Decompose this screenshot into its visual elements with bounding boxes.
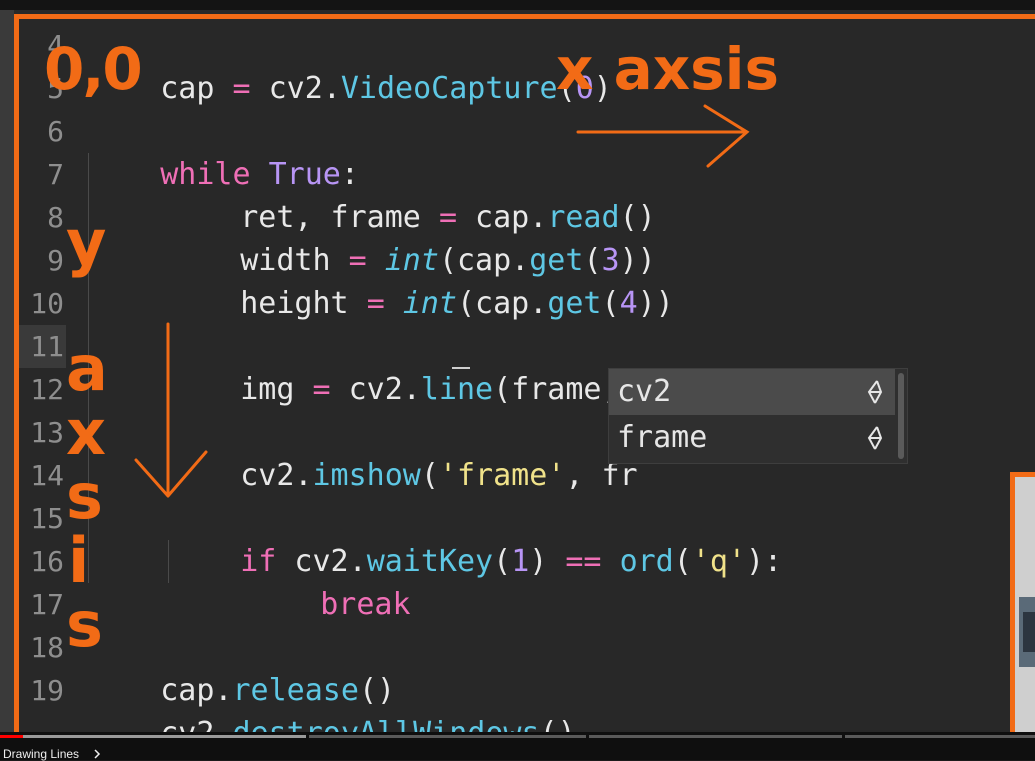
chapter-marker [586,734,589,739]
annotation-origin: 0,0 [44,35,143,103]
webcam-thumbnail [1010,472,1035,734]
annotation-y-axis-letter: s [66,460,103,533]
annotation-y-axis-letter: x [66,396,106,469]
chapter-title[interactable]: Drawing Lines [3,748,79,760]
annotation-y-axis-letter: a [66,332,108,405]
annotation-y-axis-letter: s [66,588,103,661]
y-axis-arrow-icon [134,322,208,498]
chapter-marker [842,734,845,739]
annotation-y-axis-letter: y [66,206,107,279]
editor-left-strip [0,10,14,732]
annotation-x-axis: x axsis [556,35,780,103]
chapter-marker [306,734,309,739]
progress-buffered [0,735,307,738]
video-player-controls[interactable]: Drawing Lines [0,732,1035,760]
top-strip [0,0,1035,10]
webcam-scene-icon [1015,477,1035,734]
annotation-y-axis-letter: i [68,524,90,597]
chevron-right-icon[interactable] [91,748,103,760]
x-axis-arrow-icon [576,104,750,168]
progress-played[interactable] [0,735,23,738]
